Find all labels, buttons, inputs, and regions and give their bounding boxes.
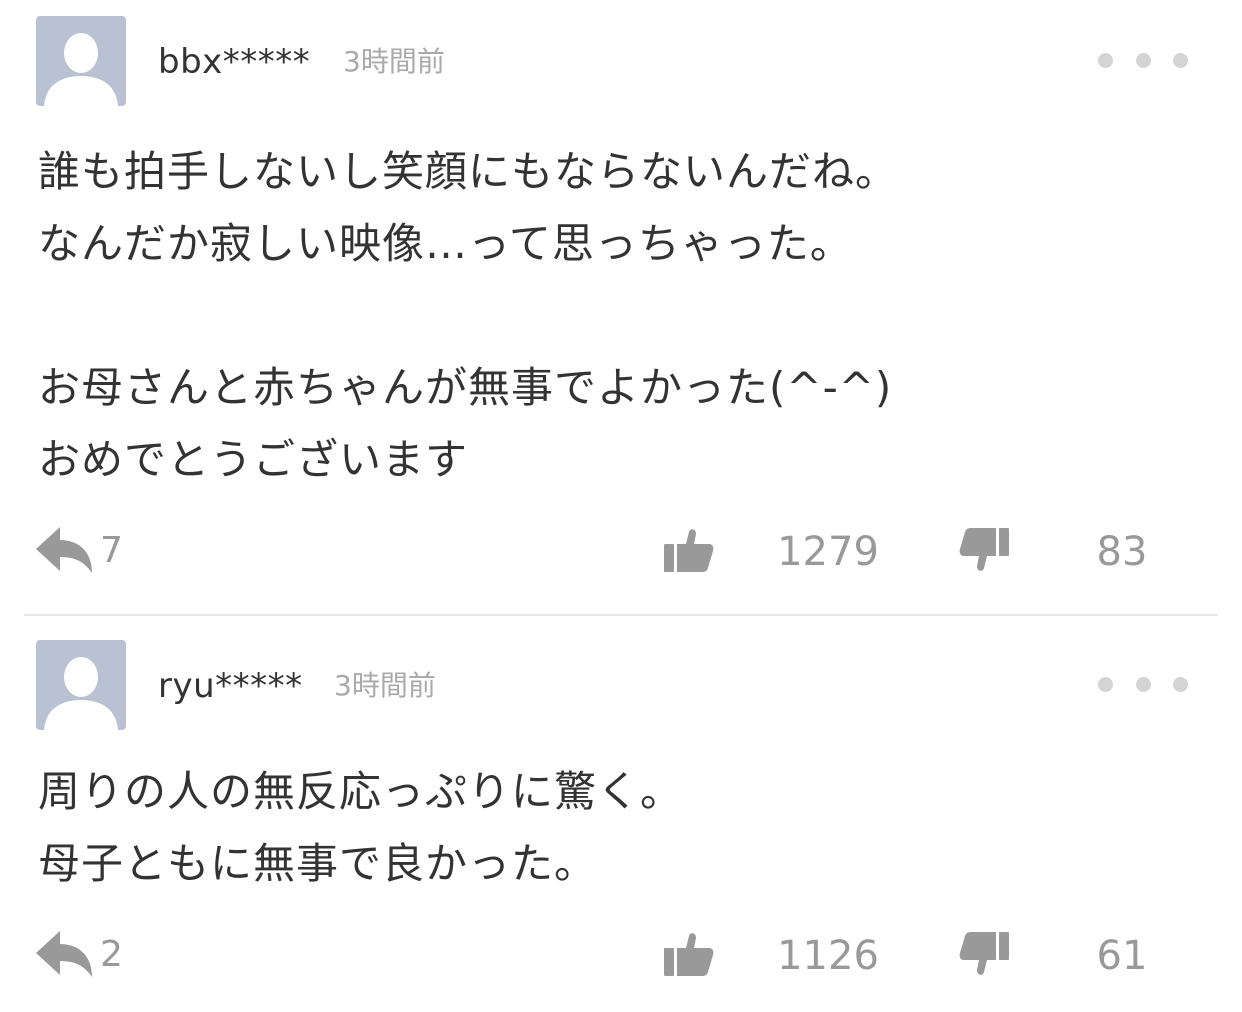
more-options-button[interactable] (1098, 670, 1188, 698)
thumbs-down-icon (959, 528, 1009, 571)
like-button[interactable] (664, 520, 714, 580)
comment-actions: 2 1126 61 (0, 924, 1242, 984)
dislike-button[interactable] (958, 520, 1010, 580)
comment-body: 周りの人の無反応っぷりに驚く。 母子ともに無事で良かった。 (38, 767, 684, 888)
more-options-button[interactable] (1098, 46, 1188, 74)
reply-count: 7 (100, 529, 123, 571)
more-dot-icon (1098, 52, 1113, 68)
timestamp: 3時間前 (343, 45, 445, 78)
more-dot-icon (1173, 52, 1188, 68)
avatar[interactable] (36, 16, 126, 106)
comment-item: ryu***** 3時間前 周りの人の無反応っぷりに驚く。 母子ともに無事で良か… (0, 616, 1242, 1012)
reply-button[interactable]: 2 (36, 924, 123, 984)
reply-arrow-icon (36, 931, 92, 977)
thumbs-up-icon (664, 933, 714, 976)
username[interactable]: ryu***** (158, 664, 303, 708)
comment-item: bbx***** 3時間前 誰も拍手しないし笑顔にもならないんだね。 なんだか寂… (0, 0, 1242, 615)
more-dot-icon (1098, 676, 1113, 692)
user-silhouette-icon (44, 33, 118, 106)
like-count: 1279 (777, 529, 879, 575)
more-dot-icon (1135, 52, 1151, 68)
more-dot-icon (1135, 676, 1151, 692)
user-silhouette-icon (44, 657, 118, 730)
dislike-button[interactable] (958, 924, 1010, 984)
reply-arrow-icon (36, 527, 92, 573)
username[interactable]: bbx***** (158, 40, 310, 84)
reply-button[interactable]: 7 (36, 520, 123, 580)
reply-count: 2 (100, 933, 123, 975)
avatar[interactable] (36, 640, 126, 730)
comment-actions: 7 1279 83 (0, 520, 1242, 580)
dislike-count: 83 (1096, 529, 1148, 575)
thumbs-down-icon (959, 932, 1009, 975)
thumbs-up-icon (664, 529, 714, 572)
comment-body: 誰も拍手しないし笑顔にもならないんだね。 なんだか寂しい映像…って思っちゃった。… (38, 147, 899, 484)
timestamp: 3時間前 (334, 669, 436, 702)
like-button[interactable] (664, 924, 714, 984)
dislike-count: 61 (1096, 933, 1148, 979)
more-dot-icon (1173, 676, 1188, 692)
like-count: 1126 (777, 933, 879, 979)
